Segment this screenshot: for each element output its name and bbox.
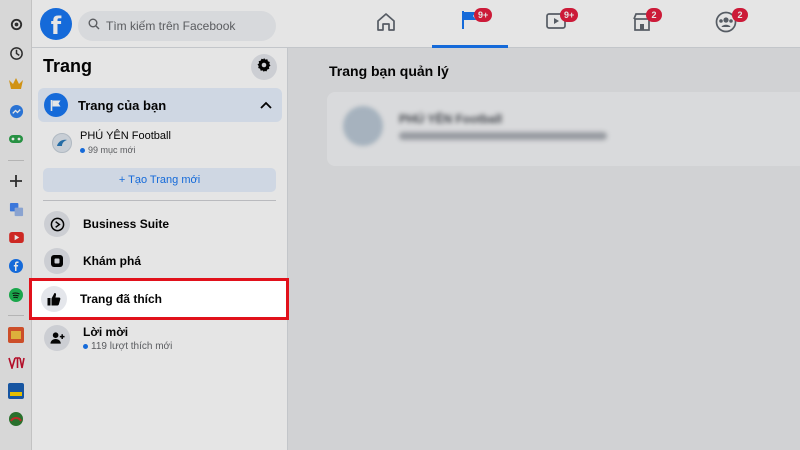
sidebar-item-discover[interactable]: Khám phá: [38, 243, 282, 279]
page-new-items-text: 99 mục mới: [88, 145, 136, 155]
sidebar-item-business-suite[interactable]: Business Suite: [38, 206, 282, 242]
home-icon: [376, 12, 396, 36]
sidebar-divider: [43, 200, 276, 201]
invites-count-text: 119 lượt thích mới: [91, 340, 173, 352]
settings-icon[interactable]: [7, 15, 25, 33]
notification-badge: 9+: [560, 8, 579, 22]
facebook-logo[interactable]: f: [40, 8, 72, 40]
discover-icon: [44, 248, 70, 274]
create-page-button[interactable]: + Tạo Trang mới: [43, 168, 276, 192]
managed-pages-title: Trang bạn quản lý: [329, 63, 449, 79]
sidebar-item-invites[interactable]: Lời mời 119 lượt thích mới: [38, 320, 282, 356]
translate-icon[interactable]: [7, 200, 25, 218]
sidebar-item-label: Lời mời: [83, 324, 129, 339]
flag-icon: [44, 93, 68, 117]
spotify-icon[interactable]: [7, 286, 25, 304]
vtv-icon[interactable]: [7, 354, 25, 372]
your-pages-section[interactable]: Trang của bạn: [38, 88, 282, 122]
notification-badge: 2: [646, 8, 662, 22]
sidebar-item-label: Trang đã thích: [80, 292, 163, 306]
unread-dot: [80, 147, 85, 153]
crown-icon[interactable]: [7, 74, 25, 92]
messenger-icon[interactable]: [7, 102, 25, 120]
facebook-icon[interactable]: [7, 257, 25, 275]
business-suite-icon: [44, 211, 70, 237]
thumbs-up-icon: [41, 286, 67, 312]
facebook-top-bar: f 9+ 9+ 2 2: [32, 0, 800, 48]
app-icon[interactable]: [7, 326, 25, 344]
app-icon-2[interactable]: [7, 382, 25, 400]
page-new-items: 99 mục mới: [80, 145, 135, 155]
rail-divider: [8, 160, 24, 161]
gear-icon: [256, 57, 272, 78]
invite-user-icon: [44, 325, 70, 351]
tab-pages[interactable]: 9+: [432, 0, 508, 48]
settings-button[interactable]: [251, 54, 277, 80]
pages-sidebar: Trang Trang của bạn PHÚ YÊN Football 99 …: [32, 48, 288, 450]
search-icon: [88, 17, 100, 35]
tab-home[interactable]: [348, 0, 424, 48]
sidebar-item-liked-pages[interactable]: Trang đã thích: [29, 278, 289, 320]
tab-groups[interactable]: 2: [688, 0, 764, 48]
game-icon[interactable]: [7, 130, 25, 148]
managed-page-entry[interactable]: PHÚ YÊN Football 99 mục mới: [52, 128, 272, 160]
add-icon[interactable]: [7, 172, 25, 190]
notification-badge: 9+: [474, 8, 493, 22]
blurred-page-name: PHÚ YÊN Football: [399, 112, 503, 126]
blurred-page-avatar: [343, 106, 383, 146]
browser-side-rail: [0, 0, 32, 450]
your-pages-label: Trang của bạn: [78, 97, 167, 113]
blurred-page-details: [399, 132, 607, 140]
managed-page-card[interactable]: PHÚ YÊN Football: [327, 92, 800, 166]
rail-divider: [8, 315, 24, 316]
invites-count: 119 lượt thích mới: [83, 341, 172, 352]
chevron-up-icon[interactable]: [260, 96, 272, 114]
history-icon[interactable]: [7, 44, 25, 62]
youtube-icon[interactable]: [7, 228, 25, 246]
search-box[interactable]: [78, 11, 276, 41]
sidebar-item-label: Khám phá: [83, 254, 142, 268]
tab-watch[interactable]: 9+: [518, 0, 594, 48]
unread-dot: [83, 343, 88, 349]
app-icon-3[interactable]: [7, 410, 25, 428]
sidebar-title: Trang: [43, 56, 93, 76]
search-input[interactable]: [106, 19, 266, 33]
notification-badge: 2: [732, 8, 748, 22]
sidebar-item-label: Business Suite: [83, 217, 170, 231]
page-avatar: [52, 133, 72, 153]
tab-marketplace[interactable]: 2: [604, 0, 680, 48]
page-name: PHÚ YÊN Football: [80, 130, 171, 142]
